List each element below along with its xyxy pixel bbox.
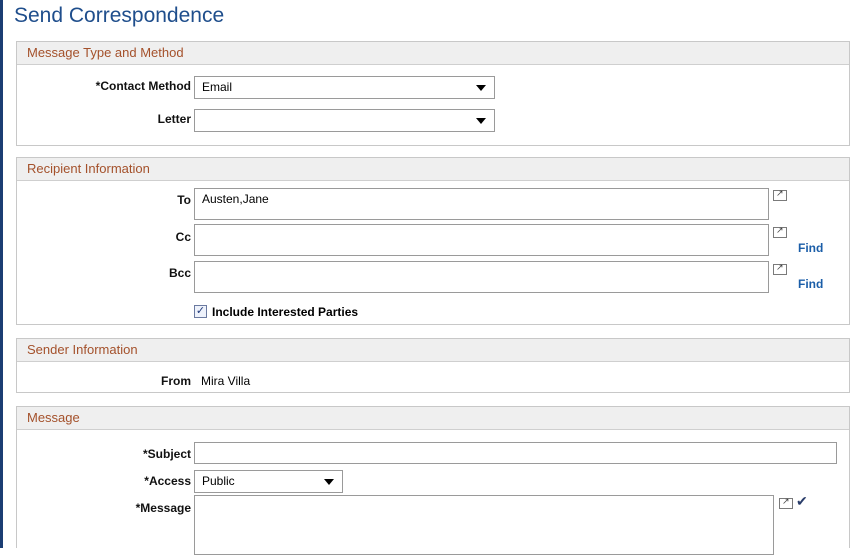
to-value: Austen,Jane [202,192,269,206]
from-label: From [161,374,191,388]
page-title: Send Correspondence [14,4,225,27]
expand-field-icon[interactable] [773,225,787,238]
from-value: Mira Villa [201,374,251,388]
message-heading: Message [17,407,849,430]
chevron-down-icon [324,479,334,485]
cc-find-link[interactable]: Find [798,241,823,255]
sender-heading: Sender Information [17,339,849,362]
recipient-heading: Recipient Information [17,158,849,181]
include-interested-parties-label: Include Interested Parties [212,305,359,319]
message-type-heading: Message Type and Method [17,42,849,65]
expand-field-icon[interactable] [773,188,787,201]
bcc-field[interactable] [194,261,769,293]
to-label: To [177,193,191,207]
contact-method-value: Email [202,80,233,94]
expand-field-icon[interactable] [773,262,787,275]
subject-label: *Subject [142,447,191,461]
chevron-down-icon [476,85,486,91]
access-value: Public [202,474,235,488]
cc-label: Cc [175,230,191,244]
contact-method-label: *Contact Method [95,79,191,93]
chevron-down-icon [476,118,486,124]
spell-check-icon[interactable]: ✔ [796,493,808,510]
letter-label: Letter [157,112,191,126]
message-textarea[interactable] [194,495,774,555]
expand-field-icon[interactable] [779,496,793,509]
contact-method-select[interactable]: Email [194,76,495,99]
letter-select[interactable] [194,109,495,132]
bcc-label: Bcc [168,266,191,280]
message-section: Message *Subject *Access Public *Message… [16,406,850,555]
left-edge-bar [0,0,3,548]
access-select[interactable]: Public [194,470,343,493]
to-field[interactable]: Austen,Jane [194,188,769,220]
include-interested-parties-checkbox[interactable]: ✓ [194,305,207,318]
message-type-section: Message Type and Method *Contact Method … [16,41,850,146]
subject-field[interactable] [194,442,837,464]
recipient-section: Recipient Information To Austen,Jane Cc … [16,157,850,325]
bcc-find-link[interactable]: Find [798,277,823,291]
access-label: *Access [144,474,191,488]
cc-field[interactable] [194,224,769,256]
message-label: *Message [135,501,191,515]
sender-section: Sender Information From Mira Villa [16,338,850,393]
